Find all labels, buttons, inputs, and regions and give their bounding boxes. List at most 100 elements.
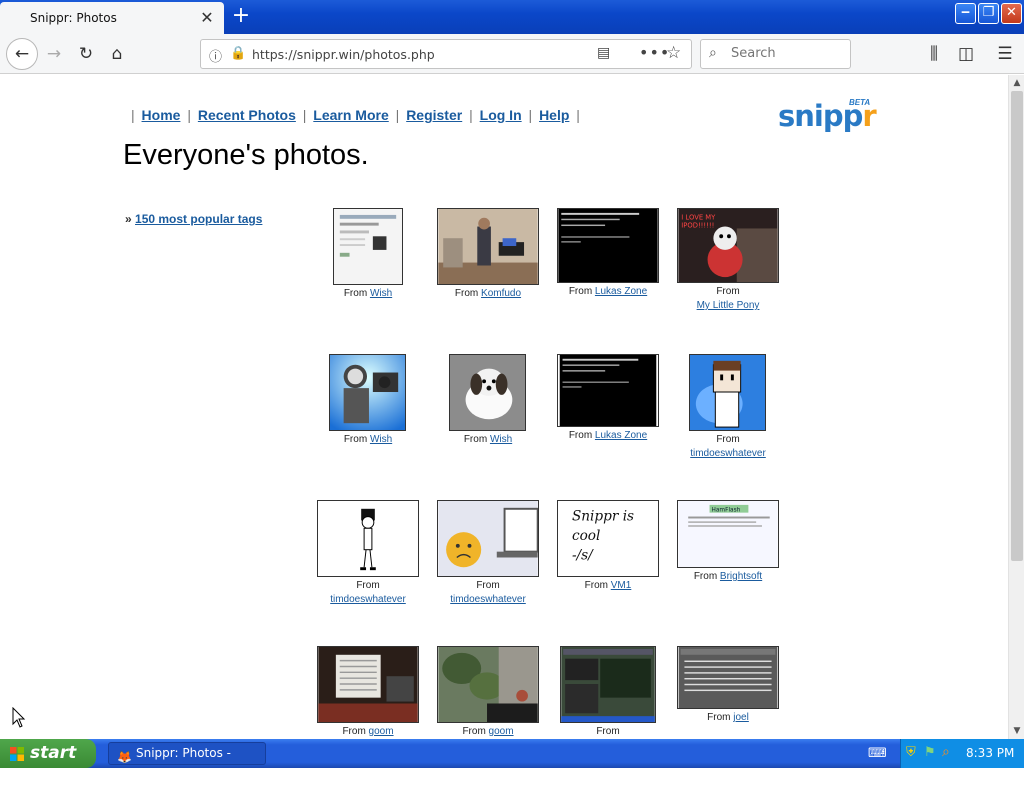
maximize-button[interactable]: ❐	[978, 3, 999, 24]
photo-caption: From	[548, 725, 668, 739]
close-window-button[interactable]: ✕	[1001, 3, 1022, 24]
bookmark-star-icon[interactable]: ☆	[666, 43, 681, 63]
search-input[interactable]	[731, 46, 841, 61]
lock-warning-icon[interactable]: 🔒	[230, 46, 246, 61]
scroll-up-arrow-icon[interactable]: ▲	[1009, 75, 1024, 91]
photo-caption: From timdoeswhatever	[428, 579, 548, 607]
photo-caption: From Brightsoft	[668, 570, 788, 584]
tags-prefix: »	[125, 212, 132, 226]
photo-source-link[interactable]: Komfudo	[481, 288, 521, 299]
photo-thumbnail[interactable]	[437, 646, 539, 723]
url-bar[interactable]: ⓘ 🔒 https://snippr.win/photos.php ▤ ••• …	[200, 39, 692, 69]
photo-thumbnail[interactable]	[560, 646, 656, 723]
svg-text:cool: cool	[572, 528, 600, 544]
photo-source-link[interactable]: Lukas Zone	[595, 286, 647, 297]
photo-caption: From Wish	[308, 287, 428, 301]
photo-caption: From goom	[308, 725, 428, 739]
photo-source-link[interactable]: timdoeswhatever	[450, 594, 526, 605]
page-title: Everyone's photos.	[123, 139, 369, 171]
photo-source-link[interactable]: Lukas Zone	[595, 430, 647, 441]
photo-caption: From My Little Pony	[668, 285, 788, 313]
photo-source-link[interactable]: timdoeswhatever	[690, 448, 766, 459]
from-label: From	[343, 288, 370, 299]
photo-caption: From joel	[668, 711, 788, 725]
start-button[interactable]: start	[0, 739, 96, 768]
forward-arrow-icon[interactable]: →	[40, 40, 68, 68]
photo-source-link[interactable]: goom	[489, 726, 514, 737]
from-label: From	[596, 726, 620, 737]
tray-search-icon[interactable]: ⌕	[942, 744, 950, 760]
photo-thumbnail[interactable]	[437, 500, 539, 577]
info-icon[interactable]: ⓘ	[209, 46, 222, 65]
url-text[interactable]: https://snippr.win/photos.php	[252, 47, 435, 62]
photo-source-link[interactable]: Wish	[370, 434, 392, 445]
photo-caption: From Lukas Zone	[548, 429, 668, 443]
keyboard-icon[interactable]: ⌨	[868, 746, 887, 761]
photo-thumbnail[interactable]: Snippr is cool -/s/	[557, 500, 659, 577]
photo-source-link[interactable]: Wish	[490, 434, 512, 445]
sidebar-icon[interactable]: ◫	[952, 40, 980, 68]
scroll-down-arrow-icon[interactable]: ▼	[1009, 723, 1024, 739]
popular-tags-link-row: » 150 most popular tags	[125, 212, 262, 226]
photo-source-link[interactable]: Wish	[370, 288, 392, 299]
svg-text:-/s/: -/s/	[572, 547, 594, 563]
from-label: From	[342, 726, 369, 737]
photo-source-link[interactable]: timdoeswhatever	[330, 594, 406, 605]
photo-thumbnail[interactable]	[333, 208, 403, 285]
photo-caption: From goom	[428, 725, 548, 739]
hamburger-menu-icon[interactable]: ☰	[991, 40, 1019, 68]
from-label: From	[716, 286, 740, 297]
from-label: From	[693, 571, 720, 582]
photo-thumbnail[interactable]: HamFlash	[677, 500, 779, 568]
scrollbar-thumb[interactable]	[1011, 91, 1023, 561]
from-label: From	[454, 288, 482, 299]
reader-view-icon[interactable]: ▤	[597, 45, 610, 61]
tab-close-icon[interactable]: ✕	[198, 9, 216, 27]
from-label: From	[568, 286, 595, 297]
security-shield-icon[interactable]: ⛨	[906, 745, 916, 760]
photo-source-link[interactable]: Brightsoft	[720, 571, 762, 582]
photo-thumbnail[interactable]	[557, 354, 659, 427]
nav-link-log-in[interactable]: Log In	[480, 107, 522, 123]
title-bar: Snippr: Photos ✕ + ‒ ❐ ✕	[0, 0, 1024, 34]
search-box[interactable]: ⌕	[700, 39, 851, 69]
back-arrow-icon[interactable]: ←	[6, 38, 38, 70]
taskbar-item-browser[interactable]: 🦊 Snippr: Photos - Mypal	[108, 742, 266, 781]
nav-link-learn-more[interactable]: Learn More	[313, 107, 388, 123]
vertical-scrollbar[interactable]: ▲ ▼	[1008, 75, 1024, 739]
photo-thumbnail[interactable]	[437, 208, 539, 285]
new-tab-button[interactable]: +	[230, 5, 252, 27]
library-icon[interactable]: ⫼	[920, 40, 948, 68]
photo-thumbnail[interactable]: I LOVE MY IPOD!!!!!!	[677, 208, 779, 283]
beta-badge: BETA	[849, 98, 871, 107]
photo-thumbnail[interactable]	[557, 208, 659, 283]
photo-thumbnail[interactable]	[677, 646, 779, 709]
photo-thumbnail[interactable]	[317, 646, 419, 723]
reload-icon[interactable]: ↻	[72, 40, 100, 68]
photo-source-link[interactable]: joel	[733, 712, 749, 723]
photo-caption: From Komfudo	[428, 287, 548, 301]
photo-thumbnail[interactable]	[449, 354, 526, 431]
nav-link-home[interactable]: Home	[142, 107, 181, 123]
photo-source-link[interactable]: VM1	[611, 580, 632, 591]
photo-caption: From Wish	[308, 433, 428, 447]
photo-thumbnail[interactable]	[317, 500, 419, 577]
svg-text:I LOVE MY: I LOVE MY	[681, 214, 716, 222]
nav-link-help[interactable]: Help	[539, 107, 569, 123]
photo-thumbnail[interactable]	[689, 354, 766, 431]
popular-tags-link[interactable]: 150 most popular tags	[135, 212, 262, 226]
photo-source-link[interactable]: goom	[369, 726, 394, 737]
network-icon[interactable]: ⚑	[924, 745, 936, 760]
windows-taskbar: start 🦊 Snippr: Photos - Mypal ⌨ ⛨ ⚑ ⌕ 8…	[0, 739, 1024, 781]
home-icon[interactable]: ⌂	[103, 40, 131, 68]
tab-snippr-photos[interactable]: Snippr: Photos ✕	[0, 2, 224, 34]
minimize-button[interactable]: ‒	[955, 3, 976, 24]
nav-link-recent-photos[interactable]: Recent Photos	[198, 107, 296, 123]
nav-link-register[interactable]: Register	[406, 107, 462, 123]
photo-thumbnail[interactable]	[329, 354, 406, 431]
page-viewport: | Home | Recent Photos | Learn More | Re…	[0, 75, 1008, 739]
photo-caption: From timdoeswhatever	[308, 579, 428, 607]
photo-source-link[interactable]: My Little Pony	[697, 300, 760, 311]
navigation-toolbar: ← → ↻ ⌂ ⓘ 🔒 https://snippr.win/photos.ph…	[0, 34, 1024, 74]
photo-caption: From Wish	[428, 433, 548, 447]
